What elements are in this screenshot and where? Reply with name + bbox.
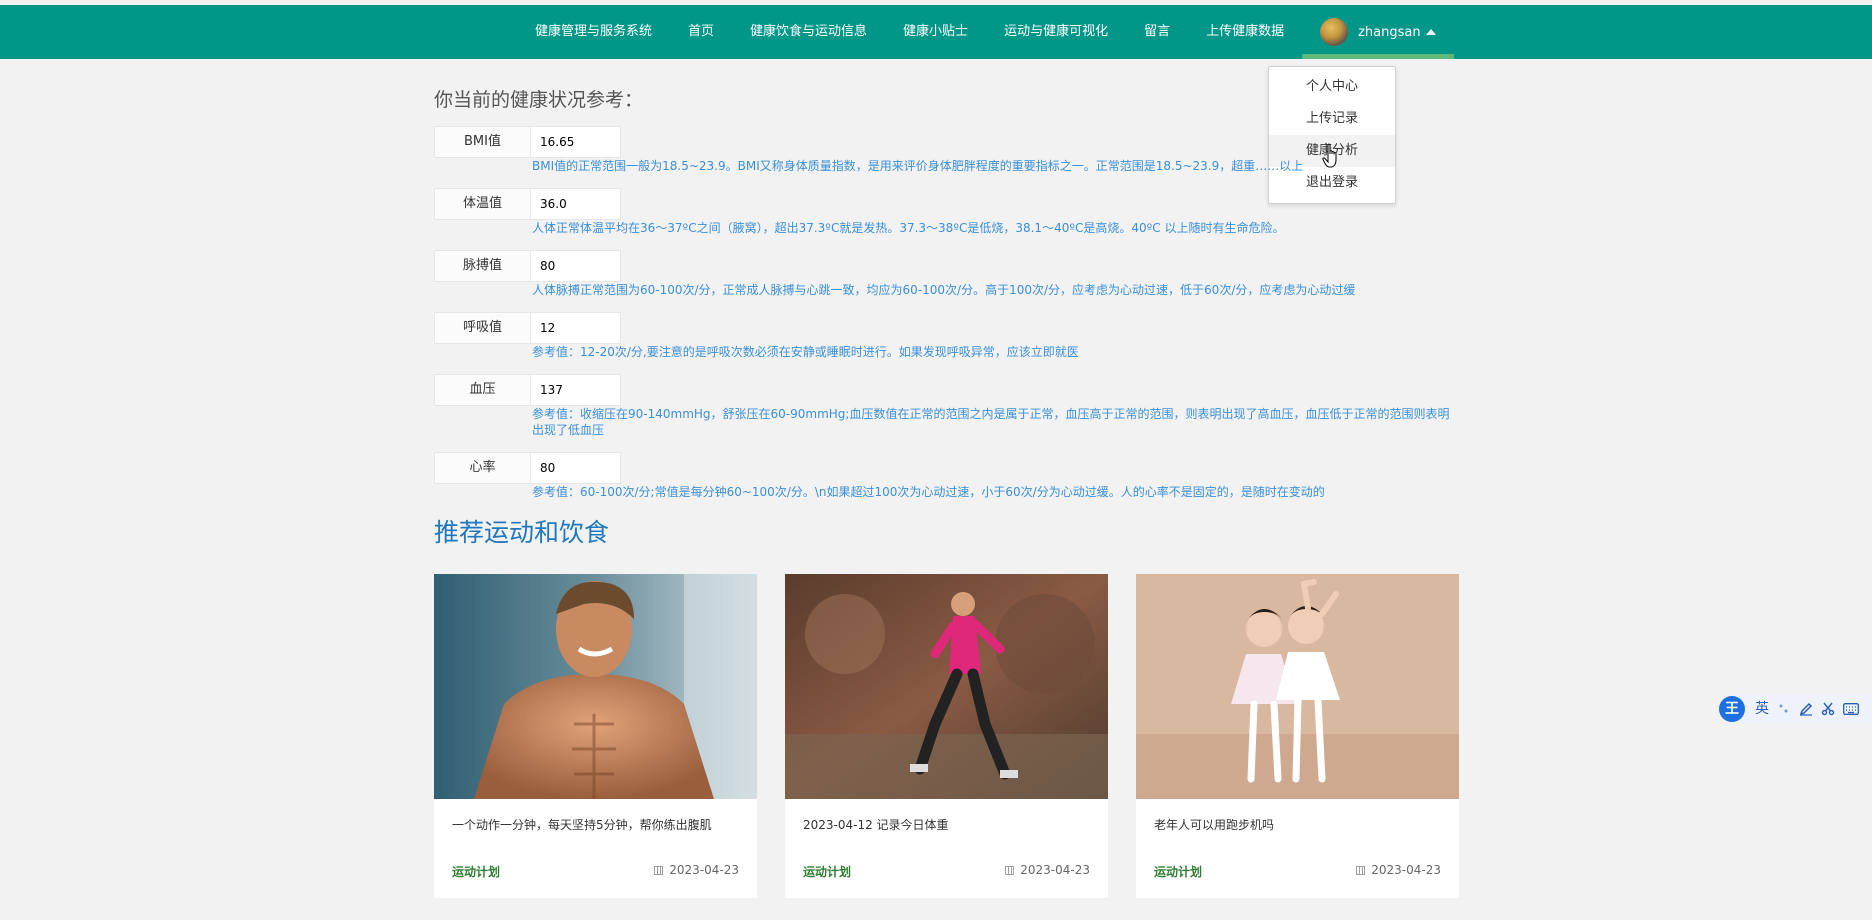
punctuation-icon[interactable]	[1777, 702, 1791, 716]
recommend-title: 推荐运动和饮食	[434, 518, 610, 547]
calendar-icon	[1356, 865, 1366, 875]
calendar-icon	[654, 865, 664, 875]
ime-logo[interactable]: 王	[1719, 696, 1745, 722]
metric-description: 人体脉搏正常范围为60-100次/分，正常成人脉搏与心跳一致，均应为60-100…	[532, 283, 1356, 297]
metric-label: 体温值	[434, 188, 531, 220]
dropdown-item-upload-records[interactable]: 上传记录	[1269, 103, 1395, 135]
nav-item-diet-exercise[interactable]: 健康饮食与运动信息	[732, 5, 885, 59]
calendar-icon	[1005, 865, 1015, 875]
username: zhangsan	[1358, 24, 1421, 40]
blood-pressure-input[interactable]: 137	[531, 374, 621, 406]
metric-label: 呼吸值	[434, 312, 531, 344]
card-image-dancing-girls	[1136, 574, 1459, 799]
metric-description: 人体正常体温平均在36～37ºC之间（腋窝），超出37.3ºC就是发热。37.3…	[532, 221, 1285, 235]
ime-toolbar[interactable]: 王 英	[1718, 695, 1872, 723]
metric-description: BMI值的正常范围一般为18.5~23.9。BMI又称身体质量指数，是用来评价身…	[532, 159, 1304, 173]
nav-item-message[interactable]: 留言	[1126, 5, 1188, 59]
card-image-abs-workout	[434, 574, 757, 799]
metric-description: 参考值：收缩压在90-140mmHg，舒张压在60-90mmHg;血压数值在正常…	[532, 407, 1450, 437]
metric-description: 参考值：12-20次/分,要注意的是呼吸次数必须在安静或睡眠时进行。如果发现呼吸…	[532, 345, 1079, 359]
card-category-tag[interactable]: 运动计划	[1154, 863, 1202, 880]
metric-label: BMI值	[434, 126, 531, 158]
card-date: 2023-04-23	[1005, 863, 1090, 877]
pulse-input[interactable]: 80	[531, 250, 621, 282]
nav-item-upload-data[interactable]: 上传健康数据	[1188, 5, 1302, 59]
card-title[interactable]: 老年人可以用跑步机吗	[1154, 816, 1274, 833]
card-date-text: 2023-04-23	[669, 863, 739, 877]
metric-label: 脉搏值	[434, 250, 531, 282]
user-menu-toggle[interactable]: zhangsan	[1302, 5, 1454, 59]
health-status-title: 你当前的健康状况参考：	[434, 89, 644, 111]
temperature-input[interactable]: 36.0	[531, 188, 621, 220]
metric-label: 血压	[434, 374, 531, 406]
dropdown-item-profile[interactable]: 个人中心	[1269, 71, 1395, 103]
card-image-running-woman	[785, 574, 1108, 799]
card-category-tag[interactable]: 运动计划	[803, 863, 851, 880]
ime-language-toggle[interactable]: 英	[1755, 695, 1769, 723]
recommend-card[interactable]: 老年人可以用跑步机吗 运动计划 2023-04-23	[1136, 574, 1459, 898]
avatar	[1320, 18, 1349, 46]
card-title[interactable]: 一个动作一分钟，每天坚持5分钟，帮你练出腹肌	[452, 816, 712, 833]
active-underline	[1302, 54, 1454, 59]
nav-item-visualization[interactable]: 运动与健康可视化	[986, 5, 1126, 59]
card-title[interactable]: 2023-04-12 记录今日体重	[803, 816, 949, 833]
keyboard-icon[interactable]	[1843, 703, 1859, 715]
nav-brand[interactable]: 健康管理与服务系统	[517, 5, 670, 59]
nav-item-home[interactable]: 首页	[670, 5, 732, 59]
pen-icon[interactable]	[1799, 702, 1813, 716]
metric-description: 参考值：60-100次/分;常值是每分钟60~100次/分。\n如果超过100次…	[532, 485, 1325, 499]
nav-item-health-tips[interactable]: 健康小贴士	[885, 5, 986, 59]
caret-up-icon	[1425, 29, 1436, 35]
card-date: 2023-04-23	[654, 863, 739, 877]
card-category-tag[interactable]: 运动计划	[452, 863, 500, 880]
metric-label: 心率	[434, 452, 531, 484]
bmi-input[interactable]: 16.65	[531, 126, 621, 158]
user-dropdown-menu: 个人中心 上传记录 健康分析 退出登录	[1268, 66, 1396, 204]
heart-rate-input[interactable]: 80	[531, 452, 621, 484]
scissors-icon[interactable]	[1821, 702, 1835, 716]
recommend-card[interactable]: 2023-04-12 记录今日体重 运动计划 2023-04-23	[785, 574, 1108, 898]
recommend-card[interactable]: 一个动作一分钟，每天坚持5分钟，帮你练出腹肌 运动计划 2023-04-23	[434, 574, 757, 898]
top-navbar: 健康管理与服务系统 首页 健康饮食与运动信息 健康小贴士 运动与健康可视化 留言…	[0, 5, 1872, 59]
card-date-text: 2023-04-23	[1371, 863, 1441, 877]
nav-menu: 健康管理与服务系统 首页 健康饮食与运动信息 健康小贴士 运动与健康可视化 留言…	[517, 5, 1454, 59]
respiration-input[interactable]: 12	[531, 312, 621, 344]
card-date-text: 2023-04-23	[1020, 863, 1090, 877]
card-date: 2023-04-23	[1356, 863, 1441, 877]
